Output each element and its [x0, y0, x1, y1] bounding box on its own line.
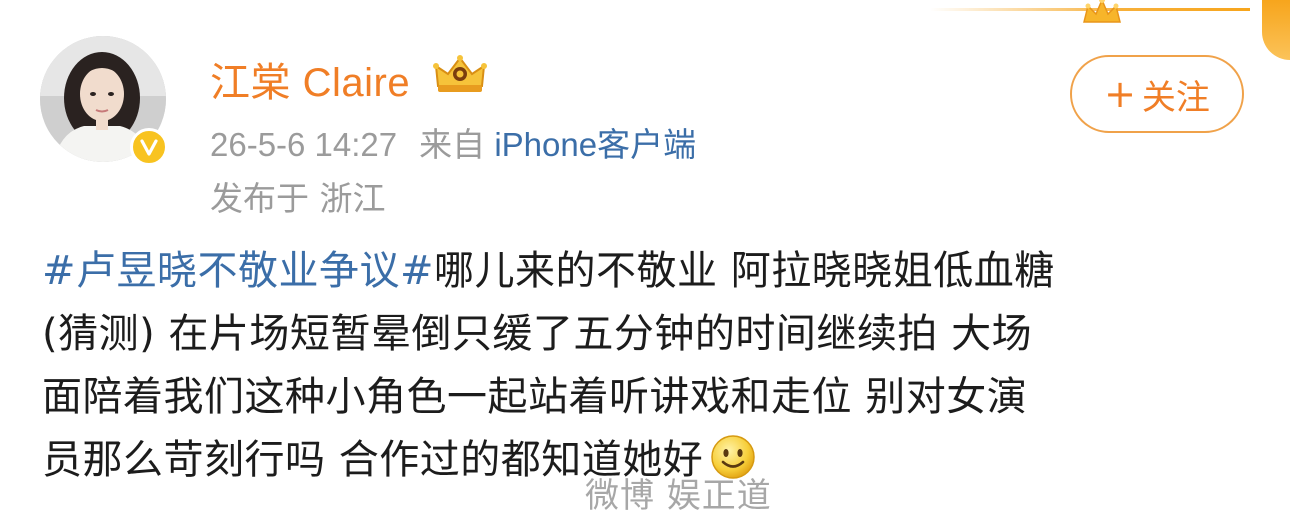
- post-text-segment: 哪儿来的不敬业 阿拉晓晓姐低血糖: [434, 248, 1055, 294]
- post-text-line: (猜测) 在片场短暂晕倒只缓了五分钟的时间继续拍 大场: [42, 311, 1033, 357]
- top-corner-decoration: [1262, 0, 1290, 60]
- source-app-link[interactable]: iPhone客户端: [494, 126, 696, 163]
- plus-icon: +: [1104, 72, 1136, 116]
- vip-crown-icon[interactable]: [432, 52, 488, 96]
- hashtag-link[interactable]: #卢昱晓不敬业争议#: [42, 248, 434, 294]
- weibo-post-card: 江棠 Claire 26-5-6 14:27 来自 iPhone客户端 发布于 浙…: [0, 0, 1290, 514]
- follow-label: 关注: [1141, 77, 1210, 118]
- verified-v-icon: [130, 128, 168, 166]
- post-location: 发布于 浙江: [210, 179, 386, 218]
- source-prefix: 来自: [419, 126, 486, 163]
- crown-icon: [1083, 0, 1121, 23]
- post-timestamp: 26-5-6 14:27: [210, 126, 398, 163]
- post-text: #卢昱晓不敬业争议#哪儿来的不敬业 阿拉晓晓姐低血糖 (猜测) 在片场短暂晕倒只…: [42, 240, 1262, 492]
- post-text-line: #卢昱晓不敬业争议#哪儿来的不敬业 阿拉晓晓姐低血糖: [42, 240, 1262, 303]
- watermark: 微博 娱正道: [585, 476, 772, 514]
- post-meta: 26-5-6 14:27 来自 iPhone客户端: [210, 118, 696, 166]
- follow-button[interactable]: + 关注: [1070, 55, 1244, 133]
- username-link[interactable]: 江棠 Claire: [210, 50, 410, 108]
- post-text-line: 面陪着我们这种小角色一起站着听讲戏和走位 别对女演: [42, 374, 1028, 420]
